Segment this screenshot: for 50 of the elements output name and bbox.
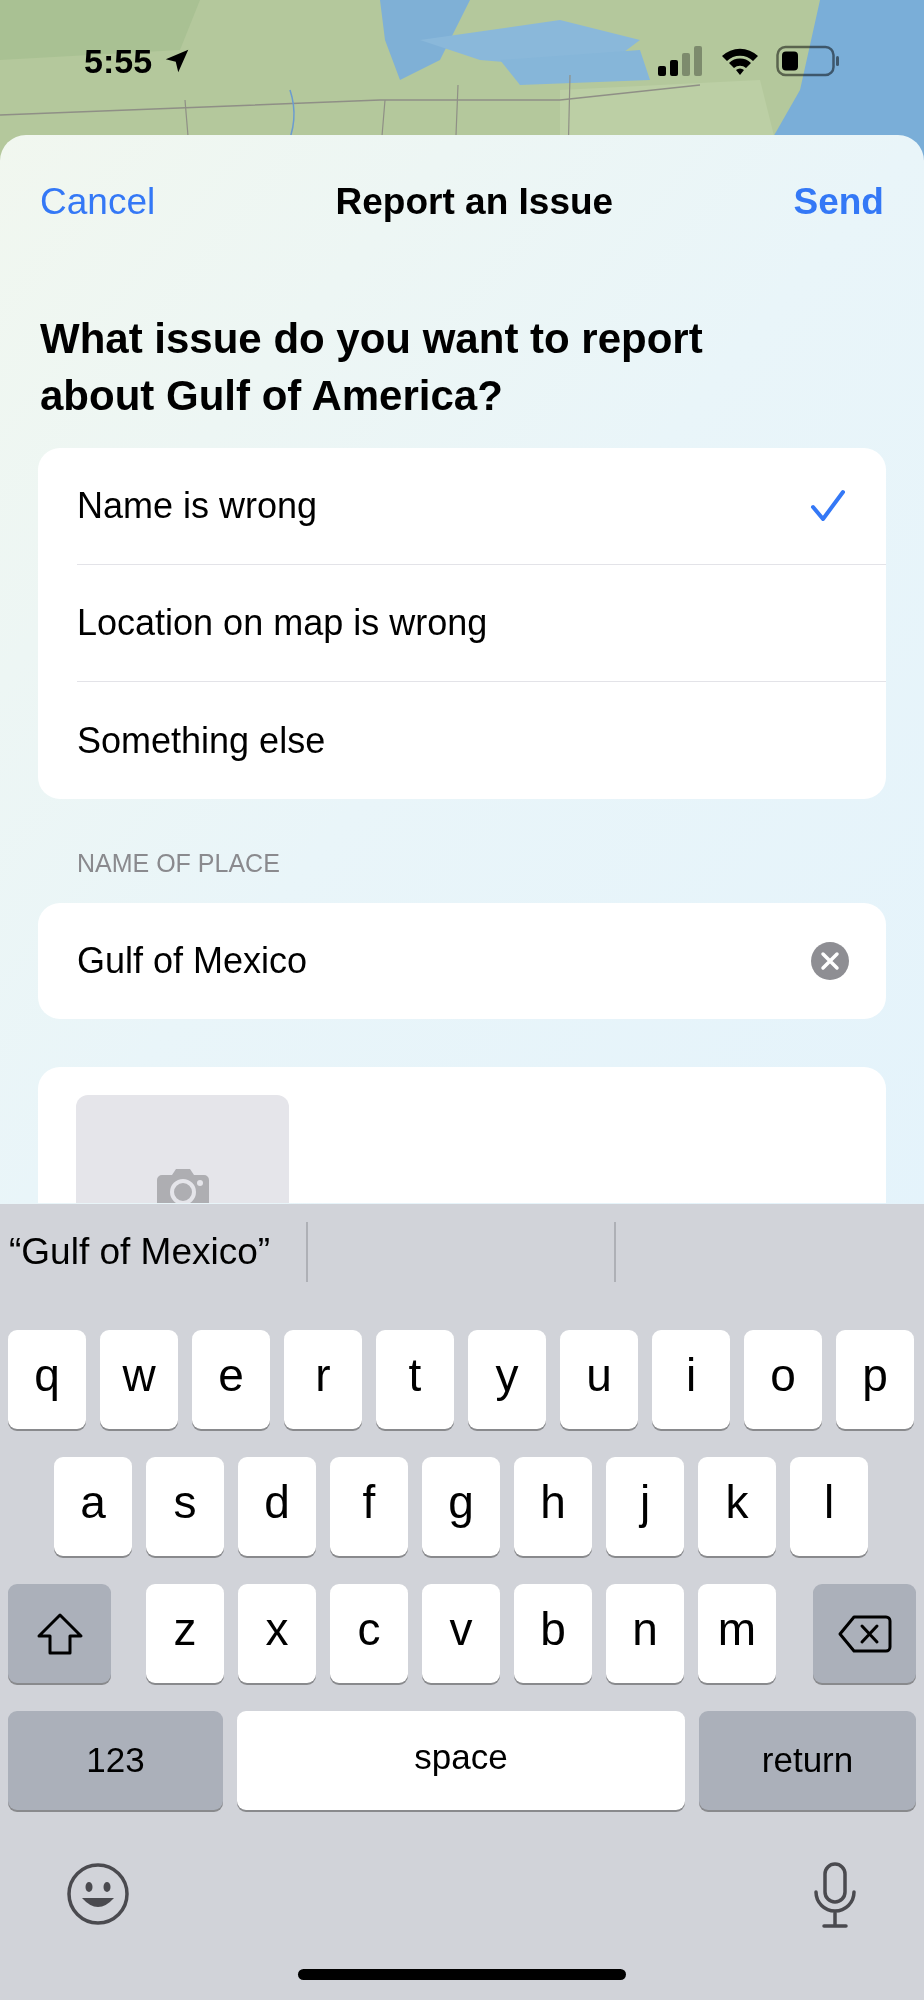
key[interactable]: s [146,1457,224,1556]
backspace-icon [837,1613,892,1654]
key[interactable]: a [54,1457,132,1556]
numbers-key[interactable]: 123 [8,1711,223,1810]
key[interactable]: t [376,1330,454,1429]
emoji-icon[interactable] [66,1862,130,1926]
key[interactable]: l [790,1457,868,1556]
suggestion[interactable]: “Gulf of Mexico” [0,1224,271,1280]
wifi-icon [720,46,760,76]
key[interactable]: w [100,1330,178,1429]
key[interactable]: h [514,1457,592,1556]
sheet-title: Report an Issue [335,180,614,225]
return-key[interactable]: return [699,1711,916,1810]
space-key[interactable]: space [237,1711,685,1810]
shift-key[interactable] [8,1584,111,1683]
send-button[interactable]: Send [793,174,884,230]
option-label[interactable]: Name is wrong [77,479,318,533]
name-field[interactable]: Gulf of Mexico [38,902,886,1019]
delete-key[interactable] [813,1584,916,1683]
key[interactable]: k [698,1457,776,1556]
key[interactable]: n [606,1584,684,1683]
status-time: 5:55 [84,40,153,82]
key[interactable]: r [284,1330,362,1429]
key[interactable]: i [652,1330,730,1429]
shift-icon [35,1611,84,1656]
key[interactable]: v [422,1584,500,1683]
key[interactable]: c [330,1584,408,1683]
battery-icon [776,45,840,77]
signal-icon [658,46,704,76]
key[interactable]: z [146,1584,224,1683]
option-label[interactable]: Something else [77,713,326,768]
microphone-icon[interactable] [812,1862,858,1930]
key[interactable]: x [238,1584,316,1683]
option-label[interactable]: Location on map is wrong [77,596,488,650]
cancel-button[interactable]: Cancel [40,174,156,230]
key[interactable]: p [836,1330,914,1429]
key[interactable]: f [330,1457,408,1556]
key[interactable]: e [192,1330,270,1429]
key[interactable]: m [698,1584,776,1683]
key[interactable]: g [422,1457,500,1556]
key[interactable]: y [468,1330,546,1429]
key[interactable]: j [606,1457,684,1556]
question-heading: What issue do you want to report about Gulf of America? [39,314,704,421]
key[interactable]: q [8,1330,86,1429]
section-label: NAME OF PLACE [76,848,281,879]
key[interactable]: u [560,1330,638,1429]
key[interactable]: d [238,1457,316,1556]
clear-icon[interactable] [810,940,850,981]
key[interactable]: o [744,1330,822,1429]
key[interactable]: b [514,1584,592,1683]
